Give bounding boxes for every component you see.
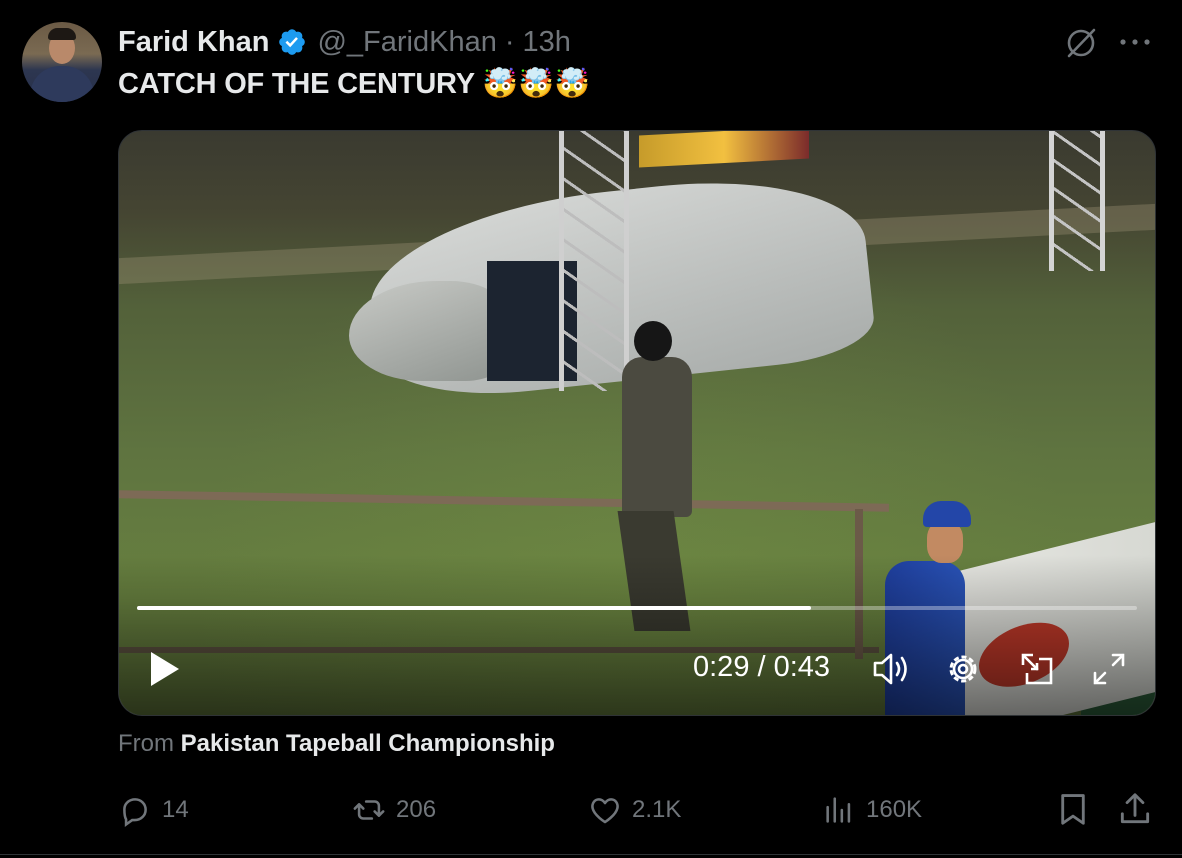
play-icon[interactable] (145, 649, 185, 689)
video-scene-boundary-rope (119, 490, 890, 512)
like-count: 2.1K (632, 796, 682, 823)
author-name[interactable]: Farid Khan (118, 26, 269, 59)
video-scene-screen (639, 131, 809, 168)
views-count: 160K (866, 796, 923, 823)
header-separator: · (504, 25, 515, 58)
gear-icon[interactable] (943, 649, 983, 689)
source-prefix: From (118, 730, 174, 757)
volume-icon[interactable] (871, 649, 913, 689)
avatar[interactable] (22, 22, 102, 102)
reply-icon (123, 798, 147, 827)
like-button[interactable]: 2.1K (588, 788, 681, 832)
reply-count: 14 (162, 796, 189, 823)
video-timecode: 0:29 / 0:43 (693, 651, 831, 683)
grok-icon[interactable] (1064, 26, 1098, 60)
tweet-header: Farid Khan @_FaridKhan · 13h (118, 22, 571, 62)
fullscreen-icon[interactable] (1089, 649, 1129, 689)
bookmark-icon[interactable] (1054, 790, 1092, 828)
tweet-time[interactable]: 13h (523, 26, 571, 59)
reply-button[interactable]: 14 (118, 788, 189, 832)
views-button[interactable]: 160K (822, 788, 922, 832)
verified-badge-icon (279, 29, 306, 55)
heart-icon (591, 798, 619, 824)
share-icon[interactable] (1116, 790, 1154, 828)
views-icon (826, 797, 851, 823)
tweet-actions: 14 206 2.1K 160K (118, 788, 1158, 832)
repost-count: 206 (396, 796, 437, 823)
avatar-hair (48, 28, 76, 40)
repost-icon (353, 800, 385, 820)
picture-in-picture-icon[interactable] (1017, 649, 1057, 689)
video-progress-bar[interactable] (137, 606, 1137, 610)
author-handle[interactable]: @_FaridKhan (317, 26, 496, 59)
video-source: From Pakistan Tapeball Championship (118, 730, 555, 758)
avatar-body (30, 66, 94, 102)
video-scene-truss-right (1049, 131, 1105, 271)
divider (0, 854, 1182, 855)
tweet-text: CATCH OF THE CENTURY 🤯🤯🤯 (118, 66, 590, 101)
tweet-body: CATCH OF THE CENTURY (118, 68, 475, 100)
repost-button[interactable]: 206 (352, 788, 436, 832)
video-controls-shade (119, 555, 1155, 715)
video-player[interactable]: 0:29 / 0:43 (118, 130, 1156, 716)
video-progress-fill (137, 606, 811, 610)
tweet-emojis: 🤯🤯🤯 (482, 66, 590, 100)
more-icon[interactable] (1118, 36, 1152, 48)
source-name[interactable]: Pakistan Tapeball Championship (181, 730, 555, 757)
